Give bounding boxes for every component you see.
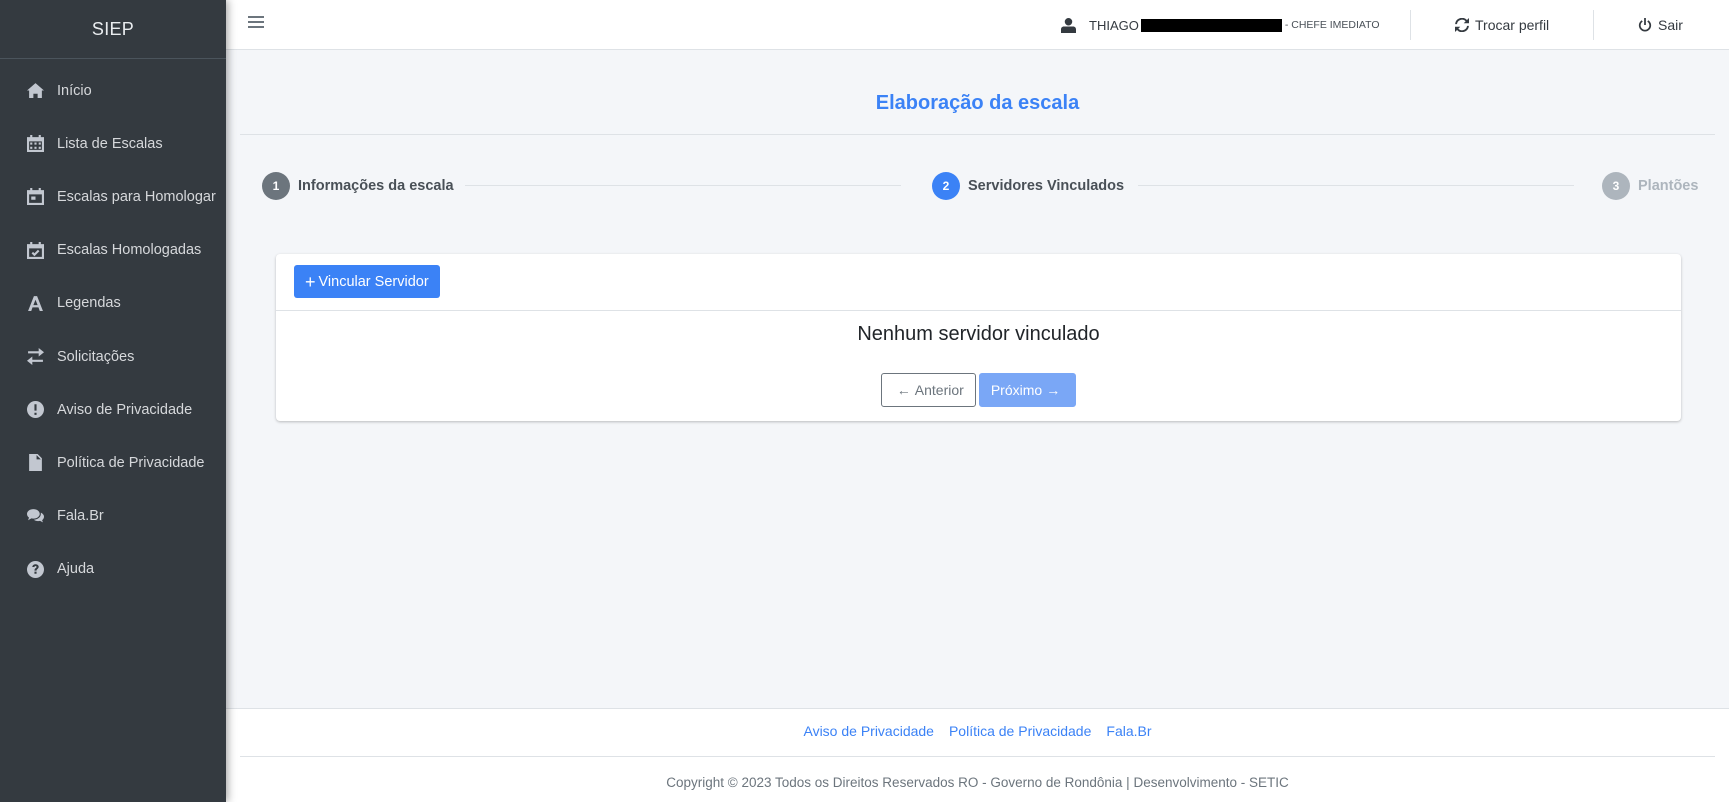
step-number: 2 <box>932 172 960 200</box>
arrow-right-icon: → <box>1046 382 1061 398</box>
sidebar-item-label: Fala.Br <box>57 508 104 525</box>
comments-icon <box>25 506 45 526</box>
sidebar-item-label: Início <box>57 82 92 99</box>
card-header: + Vincular Servidor <box>276 254 1681 311</box>
sidebar-item-label: Ajuda <box>57 561 95 578</box>
link-server-label: Vincular Servidor <box>318 273 429 290</box>
sidebar-item-label: Política de Privacidade <box>57 454 205 471</box>
previous-label: Anterior <box>914 382 964 398</box>
sidebar-item-escalas-homologadas[interactable]: Escalas Homologadas <box>0 224 226 277</box>
step-number: 3 <box>1602 172 1630 200</box>
link-server-button[interactable]: + Vincular Servidor <box>294 265 440 298</box>
question-circle-icon <box>25 559 45 579</box>
step-number: 1 <box>262 172 290 200</box>
step-2[interactable]: 2 Servidores Vinculados <box>932 171 1124 201</box>
footer: Aviso de Privacidade Política de Privaci… <box>226 708 1729 802</box>
footer-links: Aviso de Privacidade Política de Privaci… <box>226 723 1729 739</box>
step-label: Informações da escala <box>298 178 454 194</box>
step-3[interactable]: 3 Plantões <box>1602 171 1698 201</box>
switch-profile-label: Trocar perfil <box>1475 17 1550 33</box>
sidebar-item-ajuda[interactable]: Ajuda <box>0 543 226 596</box>
exclamation-circle-icon <box>25 400 45 420</box>
home-icon <box>25 81 45 101</box>
sidebar-item-label: Escalas Homologadas <box>57 242 202 259</box>
calendar-icon <box>25 187 45 207</box>
stepper: 1 Informações da escala 2 Servidores Vin… <box>262 171 1729 201</box>
calendar-grid-icon <box>25 134 45 154</box>
user-info: THIAGO - CHEFE IMEDIATO <box>1061 0 1380 50</box>
divider <box>1593 10 1594 40</box>
sidebar-item-aviso-de-privacidade[interactable]: Aviso de Privacidade <box>0 383 226 436</box>
step-connector <box>465 185 901 186</box>
logout-label: Sair <box>1658 17 1683 33</box>
step-connector <box>1138 185 1574 186</box>
brand-logo[interactable]: SIEP <box>0 0 226 59</box>
sidebar-item-lista-de-escalas[interactable]: Lista de Escalas <box>0 117 226 170</box>
footer-link-politica-de-privacidade[interactable]: Política de Privacidade <box>949 723 1091 739</box>
sidebar-item-inicio[interactable]: Início <box>0 64 226 117</box>
linked-servers-card: + Vincular Servidor Nenhum servidor vinc… <box>276 254 1681 421</box>
sidebar-item-label: Solicitações <box>57 348 135 365</box>
sidebar-item-legendas[interactable]: Legendas <box>0 277 226 330</box>
sidebar-item-label: Escalas para Homologar <box>57 188 216 205</box>
footer-link-aviso-de-privacidade[interactable]: Aviso de Privacidade <box>803 723 933 739</box>
sidebar-item-escalas-para-homologar[interactable]: Escalas para Homologar <box>0 170 226 223</box>
footer-divider <box>240 756 1715 757</box>
step-label: Servidores Vinculados <box>968 178 1125 194</box>
sidebar: SIEP Início Lista de Escalas Escalas par… <box>0 0 226 802</box>
user-icon <box>1061 17 1076 33</box>
exchange-icon <box>25 347 45 367</box>
hamburger-menu-icon[interactable] <box>248 16 264 32</box>
sidebar-item-solicitacoes[interactable]: Solicitações <box>0 330 226 383</box>
file-icon <box>25 453 45 473</box>
sidebar-item-fala-br[interactable]: Fala.Br <box>0 490 226 543</box>
wizard-navigation: ← Anterior Próximo → <box>276 373 1681 407</box>
user-role: - CHEFE IMEDIATO <box>1284 19 1380 31</box>
power-icon <box>1638 18 1652 32</box>
sidebar-item-label: Lista de Escalas <box>57 135 163 152</box>
next-button[interactable]: Próximo → <box>978 373 1077 407</box>
sync-icon <box>1455 18 1469 32</box>
title-divider <box>240 134 1715 135</box>
previous-button[interactable]: ← Anterior <box>880 373 976 407</box>
logout-button[interactable]: Sair <box>1638 0 1683 50</box>
user-name: THIAGO <box>1089 17 1139 33</box>
step-1[interactable]: 1 Informações da escala <box>262 171 454 201</box>
sidebar-nav: Início Lista de Escalas Escalas para Hom… <box>0 59 226 596</box>
step-label: Plantões <box>1638 178 1699 194</box>
empty-state-message: Nenhum servidor vinculado <box>857 323 1100 345</box>
switch-profile-button[interactable]: Trocar perfil <box>1455 0 1549 50</box>
main-content: Elaboração da escala 1 Informações da es… <box>226 50 1729 708</box>
copyright: Copyright © 2023 Todos os Direitos Reser… <box>666 775 1289 790</box>
font-icon <box>25 293 45 313</box>
page-title: Elaboração da escala <box>875 92 1080 114</box>
footer-link-fala-br[interactable]: Fala.Br <box>1106 723 1151 739</box>
redacted-surname <box>1140 18 1282 32</box>
calendar-check-icon <box>25 240 45 260</box>
divider <box>1410 10 1411 40</box>
topbar: THIAGO - CHEFE IMEDIATO Trocar perfil Sa… <box>226 0 1729 50</box>
plus-icon: + <box>305 271 316 292</box>
sidebar-item-label: Aviso de Privacidade <box>57 401 193 418</box>
sidebar-item-label: Legendas <box>57 295 121 312</box>
sidebar-item-politica-de-privacidade[interactable]: Política de Privacidade <box>0 436 226 489</box>
next-label: Próximo <box>990 382 1043 398</box>
arrow-left-icon: ← <box>896 382 911 398</box>
